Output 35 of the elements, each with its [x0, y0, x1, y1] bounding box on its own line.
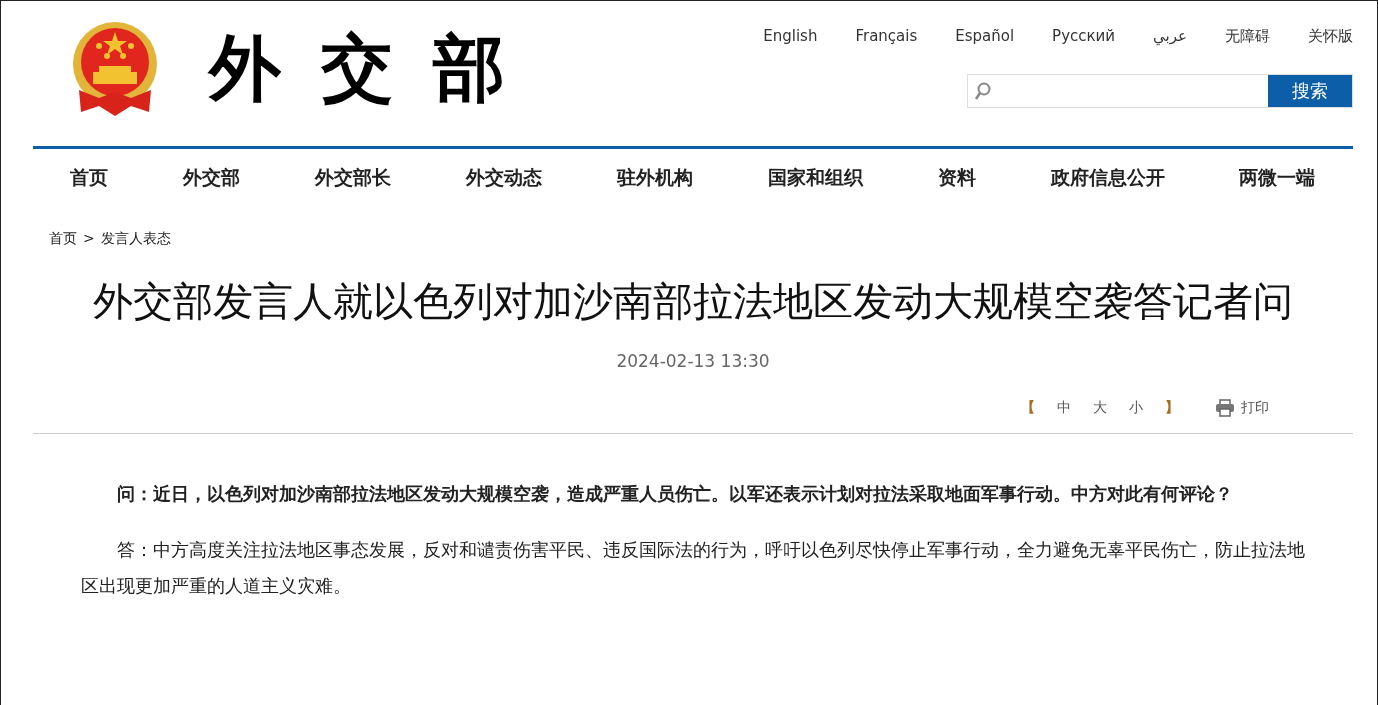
language-link[interactable]: 无障碍 — [1225, 27, 1270, 46]
site-logo-text[interactable]: 外交部 — [209, 20, 545, 117]
question-paragraph: 问：近日，以色列对加沙南部拉法地区发动大规模空袭，造成严重人员伤亡。以军还表示计划对拉法采取地面军事行动。中方对此有何评论？ — [116, 482, 1234, 506]
breadcrumb-link[interactable]: 发言人表态 — [100, 230, 171, 248]
nav-link[interactable]: 外交部 — [183, 164, 241, 191]
search-icon — [974, 81, 992, 101]
breadcrumb-link[interactable]: 首页 — [49, 230, 77, 248]
breadcrumb-separator: > — [83, 230, 95, 248]
bracket: 【 — [1021, 399, 1035, 417]
nav-link[interactable]: 驻外机构 — [616, 164, 693, 191]
nav-link[interactable]: 首页 — [70, 164, 109, 191]
nav-link[interactable]: 国家和组织 — [767, 164, 863, 191]
font-size-link[interactable]: 中 — [1057, 399, 1071, 417]
language-link[interactable]: Français — [855, 27, 918, 46]
answer-paragraph: 答：中方高度关注拉法地区事态发展，反对和谴责伤害平民、违反国际法的行为，呼吁以色列尽快停止军事行动，全力避免无辜平民伤亡，防止拉法地区出现更加严重的人道主义灾难。 — [81, 538, 1306, 598]
print-link[interactable]: 打印 — [1215, 399, 1269, 417]
language-link[interactable]: عربي — [1153, 27, 1187, 46]
article-title: 外交部发言人就以色列对加沙南部拉法地区发动大规模空袭答记者问 — [92, 277, 1294, 326]
search-button[interactable]: 搜索 — [1268, 75, 1352, 107]
nav-link[interactable]: 政府信息公开 — [1050, 164, 1165, 191]
print-label[interactable]: 打印 — [1241, 399, 1269, 417]
nav-link[interactable]: 两微一端 — [1239, 164, 1316, 191]
nav-link[interactable]: 外交部长 — [315, 164, 392, 191]
search-field[interactable]: 搜索 — [967, 74, 1353, 108]
language-link[interactable]: 关怀版 — [1308, 27, 1353, 46]
language-link[interactable]: Español — [955, 27, 1015, 46]
printer-icon — [1215, 399, 1235, 417]
language-link[interactable]: Русский — [1052, 27, 1116, 46]
article-date: 2024-02-13 13:30 — [615, 351, 771, 371]
nav-link[interactable]: 资料 — [937, 164, 976, 191]
nav-link[interactable]: 外交动态 — [466, 164, 543, 191]
font-size-link[interactable]: 小 — [1129, 399, 1143, 417]
bracket: 】 — [1165, 399, 1179, 417]
font-size-link[interactable]: 大 — [1093, 399, 1107, 417]
language-link[interactable]: English — [763, 27, 818, 46]
